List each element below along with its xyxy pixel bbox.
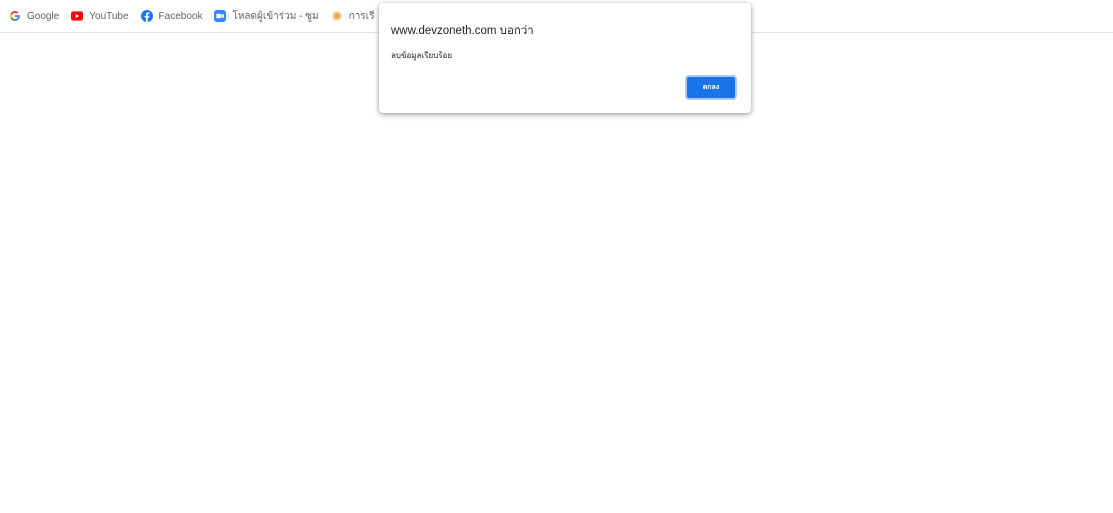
bookmark-icon <box>331 10 343 22</box>
bookmark-label: Google <box>27 10 60 22</box>
zoom-icon <box>214 10 227 22</box>
bookmark-google[interactable]: Google <box>9 10 59 22</box>
bookmark-label: Facebook <box>158 10 203 22</box>
bookmark-zoom[interactable]: โหลดผู้เข้าร่วม - ซูม <box>214 9 319 24</box>
dialog-title: www.devzoneth.com บอกว่า <box>391 25 534 37</box>
dialog-message: ลบข้อมูลเรียบร้อย <box>391 51 453 60</box>
youtube-icon <box>71 10 84 22</box>
ok-button[interactable]: ตกลง <box>685 75 737 100</box>
bookmark-facebook[interactable]: Facebook <box>140 10 203 22</box>
bookmark-learning[interactable]: การเรี <box>331 9 375 24</box>
bookmark-label: YouTube <box>89 10 129 22</box>
alert-dialog: www.devzoneth.com บอกว่า ลบข้อมูลเรียบร้… <box>379 3 751 113</box>
bookmark-label: โหลดผู้เข้าร่วม - ซูม <box>232 10 319 22</box>
google-icon <box>9 10 21 22</box>
bookmark-youtube[interactable]: YouTube <box>71 10 129 22</box>
bookmark-label: การเรี <box>348 10 375 22</box>
facebook-icon <box>140 10 153 22</box>
